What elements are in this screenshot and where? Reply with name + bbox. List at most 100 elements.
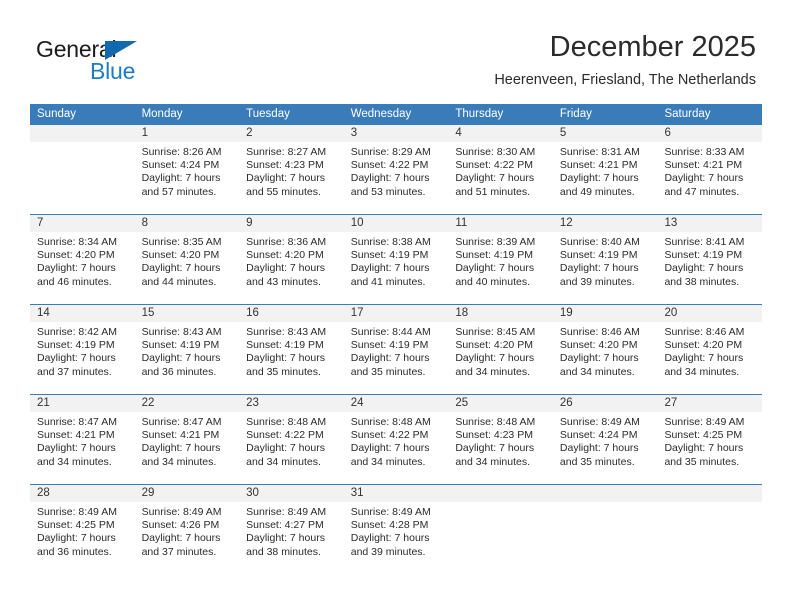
day-number-band: 5 — [552, 125, 658, 142]
day-cell[interactable]: 8 Sunrise: 8:35 AM Sunset: 4:20 PM Daylight… — [134, 215, 240, 294]
day-cell[interactable]: 24 Sunrise: 8:48 AM Sunset: 4:22 PM Dayligh… — [343, 395, 449, 474]
daylight-text-line1: Daylight: 7 hours — [664, 442, 744, 455]
day-cell[interactable]: 1 Sunrise: 8:26 AM Sunset: 4:24 PM Daylight… — [134, 125, 240, 204]
day-cell[interactable]: 3 Sunrise: 8:29 AM Sunset: 4:22 PM Daylight… — [343, 125, 449, 204]
day-cell[interactable]: 10 Sunrise: 8:38 AM Sunset: 4:19 PM Dayligh… — [343, 215, 449, 294]
weekday-header-thursday: Thursday — [455, 108, 504, 120]
page-title: December 2025 — [549, 31, 756, 63]
daylight-text-line1: Daylight: 7 hours — [37, 442, 116, 455]
sunrise-text: Sunrise: 8:30 AM — [455, 146, 536, 158]
sunset-text: Sunset: 4:24 PM — [141, 159, 220, 172]
day-number-band — [448, 485, 553, 502]
day-cell[interactable]: 9 Sunrise: 8:36 AM Sunset: 4:20 PM Daylight… — [239, 215, 344, 294]
daylight-text-line1: Daylight: 7 hours — [664, 172, 744, 185]
sunrise-text: Sunrise: 8:49 AM — [664, 416, 745, 428]
day-number-band: 23 — [239, 395, 344, 412]
daylight-text-line1: Daylight: 7 hours — [559, 172, 639, 185]
daylight-text-line1: Daylight: 7 hours — [246, 532, 325, 545]
day-cell[interactable]: 2 Sunrise: 8:27 AM Sunset: 4:23 PM Daylight… — [239, 125, 344, 204]
sunrise-text: Sunrise: 8:36 AM — [246, 236, 327, 248]
day-number-band: 31 — [343, 485, 449, 502]
sunset-text: Sunset: 4:21 PM — [664, 159, 743, 172]
day-cell[interactable]: 27 Sunrise: 8:49 AM Sunset: 4:25 PM Dayligh… — [657, 395, 763, 474]
daylight-text-line2: and 47 minutes. — [664, 185, 740, 198]
daylight-text-line2: and 38 minutes. — [246, 545, 321, 558]
daylight-text-line2: and 39 minutes. — [559, 275, 635, 288]
sunrise-text: Sunrise: 8:48 AM — [246, 416, 327, 428]
day-number: 13 — [664, 217, 678, 229]
day-info: Sunrise: 8:26 AM Sunset: 4:24 PM Daylight:… — [135, 142, 240, 199]
day-cell-empty — [657, 485, 763, 564]
day-number: 3 — [350, 127, 358, 139]
daylight-text-line2: and 35 minutes. — [559, 455, 635, 468]
sunrise-text: Sunrise: 8:49 AM — [350, 506, 431, 518]
sunset-text: Sunset: 4:27 PM — [246, 519, 324, 532]
day-number: 15 — [141, 307, 155, 319]
sunrise-text: Sunrise: 8:31 AM — [559, 146, 640, 158]
day-number-band: 6 — [657, 125, 763, 142]
day-number: 30 — [246, 487, 259, 499]
day-cell[interactable]: 26 Sunrise: 8:49 AM Sunset: 4:24 PM Dayligh… — [552, 395, 658, 474]
day-cell-empty — [30, 125, 135, 204]
daylight-text-line1: Daylight: 7 hours — [141, 532, 221, 545]
daylight-text-line2: and 55 minutes. — [246, 185, 321, 198]
daylight-text-line2: and 36 minutes. — [37, 545, 112, 558]
day-cell[interactable]: 31 Sunrise: 8:49 AM Sunset: 4:28 PM Dayligh… — [343, 485, 449, 564]
day-cell[interactable]: 22 Sunrise: 8:47 AM Sunset: 4:21 PM Dayligh… — [134, 395, 240, 474]
week-spacer — [30, 204, 762, 214]
daylight-text-line2: and 35 minutes. — [664, 455, 740, 468]
day-cell[interactable]: 4 Sunrise: 8:30 AM Sunset: 4:22 PM Daylight… — [448, 125, 553, 204]
sunrise-text: Sunrise: 8:49 AM — [246, 506, 327, 518]
day-number: 8 — [141, 217, 148, 229]
day-cell[interactable]: 29 Sunrise: 8:49 AM Sunset: 4:26 PM Dayligh… — [134, 485, 240, 564]
sunrise-text: Sunrise: 8:38 AM — [350, 236, 431, 248]
weekday-header-friday: Friday — [559, 108, 592, 120]
daylight-text-line2: and 44 minutes. — [141, 275, 217, 288]
day-number-band: 3 — [343, 125, 449, 142]
sunrise-text: Sunrise: 8:47 AM — [141, 416, 222, 428]
day-cell[interactable]: 19 Sunrise: 8:46 AM Sunset: 4:20 PM Dayligh… — [552, 305, 658, 384]
day-cell[interactable]: 17 Sunrise: 8:44 AM Sunset: 4:19 PM Dayligh… — [343, 305, 449, 384]
day-cell[interactable]: 5 Sunrise: 8:31 AM Sunset: 4:21 PM Daylight… — [552, 125, 658, 204]
daylight-text-line2: and 41 minutes. — [350, 275, 426, 288]
generalblue-logo: General Blue — [36, 36, 196, 88]
day-cell[interactable]: 16 Sunrise: 8:43 AM Sunset: 4:19 PM Dayligh… — [239, 305, 344, 384]
day-info: Sunrise: 8:47 AM Sunset: 4:21 PM Daylight:… — [135, 412, 240, 469]
day-info — [553, 502, 658, 506]
sunset-text: Sunset: 4:24 PM — [559, 429, 638, 442]
day-cell[interactable]: 11 Sunrise: 8:39 AM Sunset: 4:19 PM Dayligh… — [448, 215, 553, 294]
sunrise-text: Sunrise: 8:43 AM — [141, 326, 222, 338]
day-cell[interactable]: 7 Sunrise: 8:34 AM Sunset: 4:20 PM Daylight… — [30, 215, 135, 294]
day-cell[interactable]: 20 Sunrise: 8:46 AM Sunset: 4:20 PM Dayligh… — [657, 305, 763, 384]
day-cell[interactable]: 30 Sunrise: 8:49 AM Sunset: 4:27 PM Dayligh… — [239, 485, 344, 564]
sunrise-text: Sunrise: 8:43 AM — [246, 326, 327, 338]
day-number: 16 — [246, 307, 259, 319]
day-cell[interactable]: 13 Sunrise: 8:41 AM Sunset: 4:19 PM Dayligh… — [657, 215, 763, 294]
sunrise-text: Sunrise: 8:49 AM — [141, 506, 222, 518]
sunset-text: Sunset: 4:19 PM — [350, 339, 429, 352]
sunset-text: Sunset: 4:26 PM — [141, 519, 220, 532]
day-info: Sunrise: 8:35 AM Sunset: 4:20 PM Daylight:… — [135, 232, 240, 289]
daylight-text-line2: and 38 minutes. — [664, 275, 740, 288]
day-cell[interactable]: 18 Sunrise: 8:45 AM Sunset: 4:20 PM Dayligh… — [448, 305, 553, 384]
day-number: 29 — [141, 487, 155, 499]
day-info: Sunrise: 8:34 AM Sunset: 4:20 PM Daylight:… — [30, 232, 135, 289]
day-number: 9 — [246, 217, 253, 229]
day-number-band: 15 — [134, 305, 240, 322]
day-cell[interactable]: 14 Sunrise: 8:42 AM Sunset: 4:19 PM Dayligh… — [30, 305, 135, 384]
day-cell[interactable]: 28 Sunrise: 8:49 AM Sunset: 4:25 PM Dayligh… — [30, 485, 135, 564]
sunset-text: Sunset: 4:20 PM — [246, 249, 324, 262]
week-spacer — [30, 384, 762, 394]
day-info: Sunrise: 8:41 AM Sunset: 4:19 PM Daylight:… — [657, 232, 762, 289]
day-number: 21 — [37, 397, 50, 409]
day-cell[interactable]: 15 Sunrise: 8:43 AM Sunset: 4:19 PM Dayligh… — [134, 305, 240, 384]
day-cell[interactable]: 21 Sunrise: 8:47 AM Sunset: 4:21 PM Dayligh… — [30, 395, 135, 474]
day-cell[interactable]: 12 Sunrise: 8:40 AM Sunset: 4:19 PM Dayligh… — [552, 215, 658, 294]
daylight-text-line1: Daylight: 7 hours — [664, 262, 744, 275]
day-cell[interactable]: 6 Sunrise: 8:33 AM Sunset: 4:21 PM Daylight… — [657, 125, 763, 204]
location-subtitle: Heerenveen, Friesland, The Netherlands — [494, 72, 756, 88]
day-number-band: 7 — [30, 215, 135, 232]
day-cell[interactable]: 25 Sunrise: 8:48 AM Sunset: 4:23 PM Dayligh… — [448, 395, 553, 474]
sunset-text: Sunset: 4:20 PM — [141, 249, 220, 262]
day-cell[interactable]: 23 Sunrise: 8:48 AM Sunset: 4:22 PM Dayligh… — [239, 395, 344, 474]
